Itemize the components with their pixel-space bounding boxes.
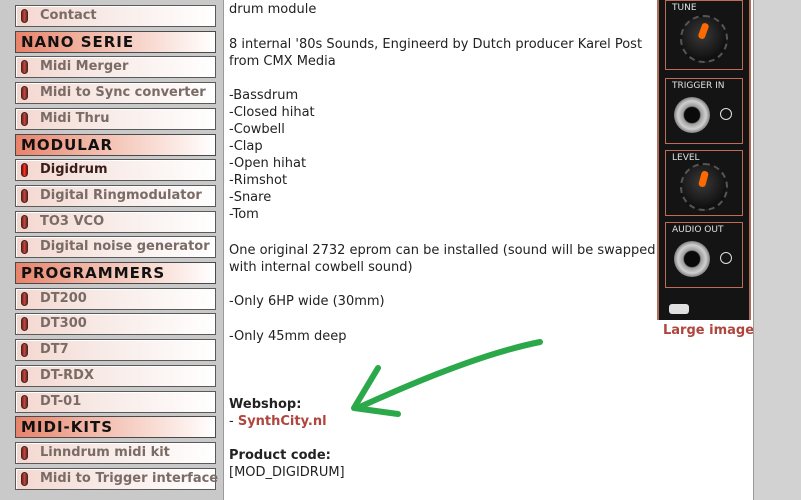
- sidebar-item-label: DT300: [40, 316, 87, 331]
- webshop-line: - SynthCity.nl: [229, 413, 327, 430]
- eprom-note-line1: One original 2732 eprom can be installed…: [229, 243, 656, 258]
- audio-out-label: AUDIO OUT: [672, 225, 724, 235]
- sidebar-section-modular: MODULAR: [15, 134, 216, 156]
- sidebar-item-label: DT-01: [40, 394, 82, 409]
- intro-tail-text: drum module: [229, 2, 317, 17]
- led-indicator-icon: [21, 86, 28, 100]
- eprom-note-line2: with internal cowbell sound): [229, 260, 413, 275]
- led-indicator-icon: [21, 446, 28, 460]
- module-image-column: TUNE TRIGGER IN LEVEL AUDIO OUT Large im…: [655, 0, 754, 500]
- led-indicator-icon: [21, 369, 28, 383]
- depth-note: -Only 45mm deep: [229, 329, 347, 344]
- sidebar-item-label: Linndrum midi kit: [40, 445, 170, 460]
- sidebar-section-label: MIDI-KITS: [21, 418, 114, 436]
- sidebar-item-label: Midi Thru: [40, 111, 110, 126]
- input-arrow-icon: [720, 108, 732, 120]
- tune-knob: [680, 15, 728, 63]
- product-code-value: [MOD_DIGIDRUM]: [229, 465, 345, 480]
- sidebar-section-label: MODULAR: [21, 136, 114, 154]
- led-indicator-icon: [21, 317, 28, 331]
- trigger-in-label: TRIGGER IN: [672, 81, 725, 91]
- sidebar-item-label: Midi to Sync converter: [40, 85, 206, 100]
- sounds-description-line1: 8 internal '80s Sounds, Engineerd by Dut…: [229, 37, 643, 52]
- sidebar-item-contact[interactable]: Contact: [15, 5, 216, 27]
- sidebar-item-label: DT-RDX: [40, 368, 94, 383]
- led-indicator-icon: [21, 215, 28, 229]
- sidebar-section-label: PROGRAMMERS: [21, 264, 166, 282]
- sidebar-item-label: Digital noise generator: [40, 239, 210, 254]
- sounds-description-line2: from CMX Media: [229, 54, 336, 69]
- sidebar-section-programmers: PROGRAMMERS: [15, 262, 216, 284]
- sidebar-section-nano-serie: NANO SERIE: [15, 31, 216, 53]
- led-indicator-icon: [21, 343, 28, 357]
- sidebar-item-digital-noise-generator[interactable]: Digital noise generator: [15, 236, 216, 258]
- sidebar-item-label: TO3 VCO: [40, 214, 105, 229]
- sound-list-item: -Snare: [229, 190, 272, 205]
- led-indicator-icon: [21, 60, 28, 74]
- sidebar-section-label: NANO SERIE: [21, 33, 135, 51]
- audio-out-section: AUDIO OUT: [665, 222, 743, 288]
- sidebar-item-midi-thru[interactable]: Midi Thru: [15, 108, 216, 130]
- sidebar-item-dt7[interactable]: DT7: [15, 339, 216, 361]
- sidebar-item-label: Contact: [40, 8, 97, 23]
- sound-list-item: -Cowbell: [229, 122, 285, 137]
- sidebar-item-label: Digital Ringmodulator: [40, 188, 202, 203]
- product-code-label: Product code:: [229, 448, 331, 463]
- sound-list-item: -Open hihat: [229, 156, 307, 171]
- sidebar-section-midi-kits: MIDI-KITS: [15, 416, 216, 438]
- sidebar-item-label: Midi to Trigger interface: [40, 471, 219, 486]
- tune-knob-pointer: [697, 22, 710, 40]
- output-arrow-icon: [720, 252, 732, 264]
- level-knob-pointer: [698, 170, 709, 188]
- led-indicator-icon: [21, 163, 28, 177]
- sound-list-item: -Tom: [229, 207, 259, 222]
- large-image-link[interactable]: Large image: [663, 323, 754, 338]
- sidebar-item-digital-ringmodulator[interactable]: Digital Ringmodulator: [15, 185, 216, 207]
- tune-label: TUNE: [672, 3, 697, 13]
- led-indicator-icon: [21, 395, 28, 409]
- sound-list-item: -Bassdrum: [229, 88, 299, 103]
- sound-list-item: -Rimshot: [229, 173, 288, 188]
- webshop-label: Webshop:: [229, 397, 302, 412]
- webshop-link[interactable]: SynthCity.nl: [238, 414, 327, 429]
- sidebar-item-dt300[interactable]: DT300: [15, 313, 216, 335]
- led-indicator-icon: [21, 472, 28, 486]
- trigger-in-section: TRIGGER IN: [665, 78, 743, 144]
- panel-screw-icon: [669, 304, 689, 314]
- led-indicator-icon: [21, 292, 28, 306]
- sidebar-item-midi-merger[interactable]: Midi Merger: [15, 56, 216, 78]
- sidebar-item-label: Midi Merger: [40, 59, 129, 74]
- tune-section: TUNE: [665, 0, 743, 70]
- led-indicator-icon: [21, 240, 28, 254]
- led-indicator-icon: [21, 9, 28, 23]
- sidebar-item-midi-to-sync-converter[interactable]: Midi to Sync converter: [15, 82, 216, 104]
- main-content: drum module 8 internal '80s Sounds, Engi…: [223, 0, 656, 500]
- sound-list-item: -Closed hihat: [229, 105, 315, 120]
- sidebar-item-linndrum-midi-kit[interactable]: Linndrum midi kit: [15, 442, 216, 464]
- width-note: -Only 6HP wide (30mm): [229, 294, 385, 309]
- trigger-in-jack: [674, 97, 710, 133]
- sidebar-item-dt-rdx[interactable]: DT-RDX: [15, 365, 216, 387]
- level-section: LEVEL: [665, 150, 743, 216]
- module-panel-image[interactable]: TUNE TRIGGER IN LEVEL AUDIO OUT: [657, 0, 751, 320]
- sound-list-item: -Clap: [229, 139, 263, 154]
- led-indicator-icon: [21, 112, 28, 126]
- sidebar-item-label: DT7: [40, 342, 69, 357]
- green-arrow-annotation: [351, 339, 543, 417]
- audio-out-jack: [674, 241, 710, 277]
- sidebar-item-midi-to-trigger-interface[interactable]: Midi to Trigger interface: [15, 468, 219, 490]
- sidebar-item-to3-vco[interactable]: TO3 VCO: [15, 211, 216, 233]
- sidebar-item-label: DT200: [40, 291, 87, 306]
- sidebar-item-label: Digidrum: [40, 162, 108, 177]
- level-knob: [680, 163, 728, 211]
- level-label: LEVEL: [672, 153, 700, 163]
- sidebar-item-dt200[interactable]: DT200: [15, 288, 216, 310]
- sidebar-item-dt-01[interactable]: DT-01: [15, 391, 216, 413]
- sidebar-item-digidrum[interactable]: Digidrum: [15, 159, 216, 181]
- led-indicator-icon: [21, 189, 28, 203]
- right-margin: [753, 0, 801, 500]
- webshop-dash: -: [229, 414, 238, 429]
- sidebar-nav: Contact NANO SERIE Midi Merger Midi to Sync…: [0, 0, 221, 500]
